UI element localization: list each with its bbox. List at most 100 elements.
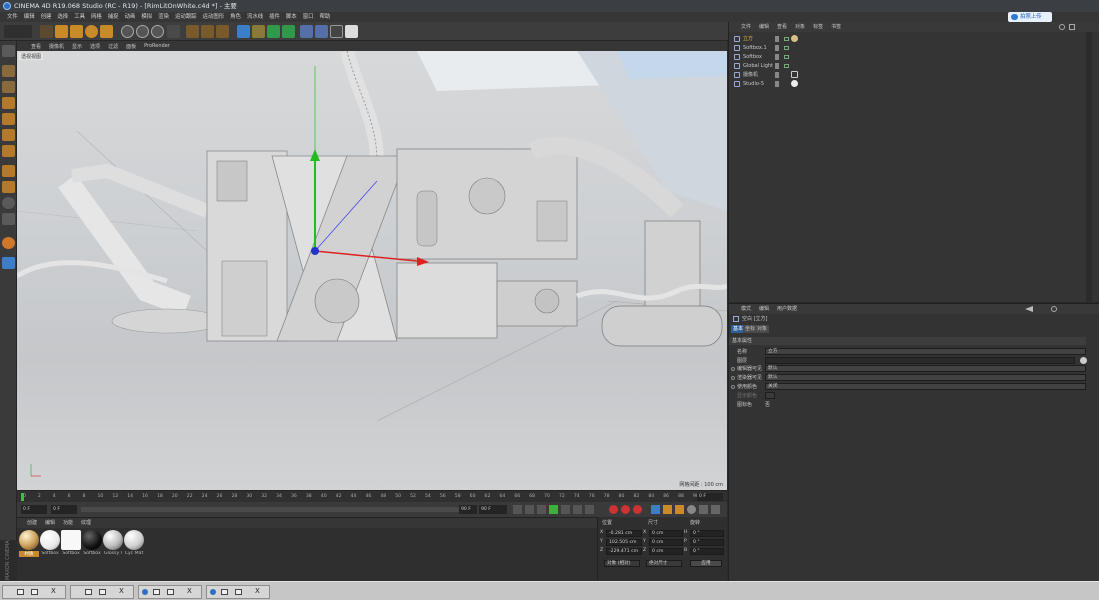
floor-icon[interactable] bbox=[315, 25, 328, 38]
render-settings-icon[interactable] bbox=[216, 25, 229, 38]
menu-window[interactable]: 窗口 bbox=[300, 12, 317, 22]
display-color-swatch[interactable] bbox=[765, 392, 775, 399]
render-visibility-dot[interactable] bbox=[775, 39, 779, 42]
close-icon[interactable]: X bbox=[255, 587, 260, 595]
vp-menu-options[interactable]: 选项 bbox=[86, 43, 104, 50]
timeline[interactable]: 0 2 4 6 8 10 12 14 16 18 20 22 24 26 28 30 32 34 36 38 40 42 4… bbox=[17, 490, 727, 502]
taskbar-window[interactable]: X bbox=[2, 585, 66, 599]
rotation-h-field[interactable]: 0 ° bbox=[690, 530, 724, 537]
menu-mograph[interactable]: 运动图形 bbox=[200, 12, 228, 22]
menu-character[interactable]: 角色 bbox=[227, 12, 244, 22]
enable-check-icon[interactable] bbox=[784, 55, 789, 59]
model-mode-icon[interactable] bbox=[2, 45, 15, 57]
autokey-icon[interactable] bbox=[621, 505, 630, 514]
light-icon[interactable] bbox=[345, 25, 358, 38]
maximize-icon[interactable] bbox=[31, 589, 38, 595]
preview-range-slider[interactable] bbox=[81, 507, 471, 512]
points-mode-icon[interactable] bbox=[2, 97, 15, 109]
menu-edit[interactable]: 编辑 bbox=[21, 12, 38, 22]
tweak-mode-icon[interactable] bbox=[2, 165, 15, 177]
symmetry-icon[interactable] bbox=[2, 237, 15, 249]
size-z-field[interactable]: 0 cm bbox=[649, 548, 683, 555]
menu-animate[interactable]: 动画 bbox=[122, 12, 139, 22]
menu-tools[interactable]: 工具 bbox=[71, 12, 88, 22]
obj-menu-object[interactable]: 对象 bbox=[791, 22, 809, 32]
axis-mode-icon[interactable] bbox=[2, 145, 15, 157]
layer-icon[interactable] bbox=[2, 257, 15, 269]
pen-icon[interactable] bbox=[252, 25, 265, 38]
rotate-icon[interactable] bbox=[85, 25, 98, 38]
render-visibility-dot[interactable] bbox=[775, 48, 779, 51]
vp-menu-view[interactable]: 查看 bbox=[27, 43, 45, 50]
menu-help[interactable]: 帮助 bbox=[317, 12, 334, 22]
name-field[interactable]: 立方 bbox=[765, 348, 1086, 355]
mat-menu-texture[interactable]: 纹理 bbox=[77, 518, 95, 528]
end-frame-field[interactable]: 90 F bbox=[479, 505, 507, 514]
menu-pipeline[interactable]: 流水线 bbox=[244, 12, 266, 22]
material-item[interactable]: Softbox bbox=[82, 530, 102, 562]
solo-icon[interactable] bbox=[2, 213, 15, 225]
close-icon[interactable]: X bbox=[187, 587, 192, 595]
editor-visible-dropdown[interactable]: 默认 bbox=[765, 365, 1086, 372]
obj-menu-file[interactable]: 文件 bbox=[737, 22, 755, 32]
keyframe-dot-icon[interactable] bbox=[731, 385, 735, 389]
upload-button[interactable]: 拍照上传 bbox=[1008, 12, 1052, 22]
keyframe-selection-icon[interactable] bbox=[633, 505, 642, 514]
render-visibility-dot[interactable] bbox=[775, 75, 779, 78]
vp-menu-display[interactable]: 显示 bbox=[68, 43, 86, 50]
key-rotation-icon[interactable] bbox=[675, 505, 684, 514]
render-visibility-dot[interactable] bbox=[775, 84, 779, 87]
y-axis-icon[interactable] bbox=[136, 25, 149, 38]
search-icon[interactable] bbox=[1059, 24, 1065, 30]
render-picture-viewer-icon[interactable] bbox=[201, 25, 214, 38]
menu-plugins[interactable]: 插件 bbox=[266, 12, 283, 22]
record-icon[interactable] bbox=[609, 505, 618, 514]
vp-menu-panel[interactable]: 面板 bbox=[122, 43, 140, 50]
edges-mode-icon[interactable] bbox=[2, 113, 15, 125]
enable-check-icon[interactable] bbox=[784, 64, 789, 68]
material-tag-icon[interactable] bbox=[791, 35, 798, 42]
layer-field[interactable] bbox=[765, 357, 1075, 364]
workplane-lock-icon[interactable] bbox=[2, 197, 15, 209]
keyframe-dot-icon[interactable] bbox=[731, 376, 735, 380]
object-row[interactable]: Softbox bbox=[729, 53, 1085, 61]
preview-end-field[interactable]: 90 F bbox=[459, 505, 477, 514]
playhead[interactable] bbox=[21, 493, 24, 501]
attr-menu-mode[interactable]: 模式 bbox=[737, 304, 755, 314]
close-icon[interactable]: X bbox=[51, 587, 56, 595]
maximize-icon[interactable] bbox=[235, 589, 242, 595]
select-arrow-icon[interactable] bbox=[40, 25, 53, 38]
position-y-field[interactable]: 102.505 cm bbox=[606, 539, 642, 546]
menu-mesh[interactable]: 网格 bbox=[88, 12, 105, 22]
menu-select[interactable]: 选择 bbox=[54, 12, 71, 22]
obj-menu-view[interactable]: 查看 bbox=[773, 22, 791, 32]
prev-key-icon[interactable] bbox=[525, 505, 534, 514]
deformer-icon[interactable] bbox=[282, 25, 295, 38]
undo-icon[interactable] bbox=[4, 25, 32, 38]
size-mode-dropdown[interactable]: 绝对尺寸 bbox=[646, 560, 682, 567]
mat-menu-function[interactable]: 功能 bbox=[59, 518, 77, 528]
vp-menu-camera[interactable]: 摄像机 bbox=[45, 43, 68, 50]
workplane-icon[interactable] bbox=[2, 81, 15, 93]
play-icon[interactable] bbox=[549, 505, 558, 514]
key-scale-icon[interactable] bbox=[663, 505, 672, 514]
render-visibility-dot[interactable] bbox=[775, 57, 779, 60]
material-item[interactable]: Softbox bbox=[40, 530, 60, 562]
current-frame-field[interactable]: 0 F bbox=[51, 505, 77, 514]
object-row[interactable]: Softbox.1 bbox=[729, 44, 1085, 52]
start-frame-field[interactable]: 0 F bbox=[21, 505, 47, 514]
mat-menu-create[interactable]: 创建 bbox=[23, 518, 41, 528]
environment-icon[interactable] bbox=[300, 25, 313, 38]
apply-button[interactable]: 应用 bbox=[690, 560, 722, 567]
texture-mode-icon[interactable] bbox=[2, 65, 15, 77]
restore-icon[interactable] bbox=[85, 589, 92, 595]
obj-menu-bookmarks[interactable]: 书签 bbox=[827, 22, 845, 32]
material-item[interactable]: 材质 bbox=[19, 530, 39, 562]
attr-menu-edit[interactable]: 编辑 bbox=[755, 304, 773, 314]
render-visibility-dot[interactable] bbox=[775, 66, 779, 69]
menu-script[interactable]: 脚本 bbox=[283, 12, 300, 22]
move-icon[interactable] bbox=[55, 25, 68, 38]
subdivision-icon[interactable] bbox=[267, 25, 280, 38]
material-item[interactable]: Softbox bbox=[61, 530, 81, 562]
restore-icon[interactable] bbox=[17, 589, 24, 595]
